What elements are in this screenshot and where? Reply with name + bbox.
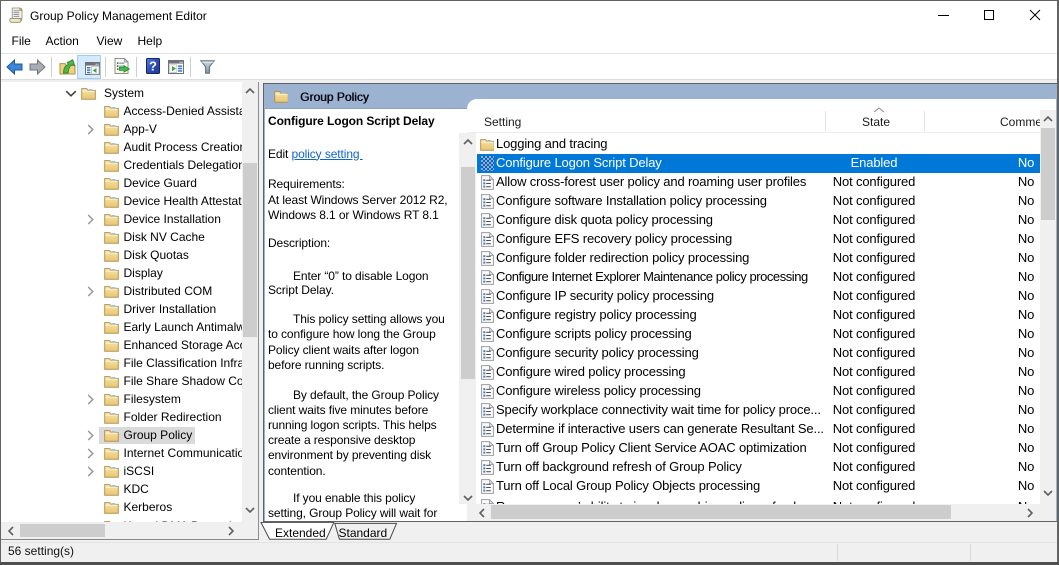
svg-text:?: ? — [149, 59, 157, 74]
